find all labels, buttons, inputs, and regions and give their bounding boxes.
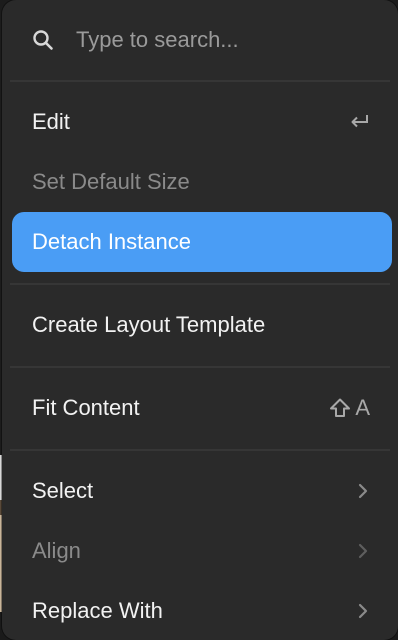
menu-item-edit[interactable]: Edit: [2, 92, 398, 152]
menu-item-label: Create Layout Template: [32, 312, 370, 338]
menu-item-align[interactable]: Align: [2, 521, 398, 581]
menu-item-replace-with[interactable]: Replace With: [2, 581, 398, 640]
chevron-right-icon: [356, 482, 370, 500]
menu-item-fit-content[interactable]: Fit Content A: [2, 378, 398, 438]
shortcut-hint: A: [329, 395, 370, 421]
menu-item-label: Fit Content: [32, 395, 329, 421]
shift-icon: [329, 397, 351, 419]
menu-item-set-default-size[interactable]: Set Default Size: [2, 152, 398, 212]
menu-item-create-layout-template[interactable]: Create Layout Template: [2, 295, 398, 355]
menu-item-label: Edit: [32, 109, 348, 135]
divider: [10, 80, 390, 82]
menu-item-label: Detach Instance: [32, 229, 364, 255]
divider: [10, 449, 390, 451]
menu-item-label: Replace With: [32, 598, 356, 624]
menu-item-select[interactable]: Select: [2, 461, 398, 521]
menu-item-label: Select: [32, 478, 356, 504]
context-menu: Edit Set Default Size Detach Instance Cr…: [2, 0, 398, 640]
search-bar: [2, 0, 398, 80]
chevron-right-icon: [356, 602, 370, 620]
menu-item-label: Align: [32, 538, 356, 564]
search-icon: [32, 29, 54, 51]
divider: [10, 283, 390, 285]
menu-item-label: Set Default Size: [32, 169, 370, 195]
search-input[interactable]: [76, 27, 356, 53]
return-icon: [348, 112, 370, 132]
divider: [10, 366, 390, 368]
shortcut-key: A: [355, 395, 370, 421]
shortcut-hint: [348, 112, 370, 132]
chevron-right-icon: [356, 542, 370, 560]
menu-item-detach-instance[interactable]: Detach Instance: [12, 212, 392, 272]
